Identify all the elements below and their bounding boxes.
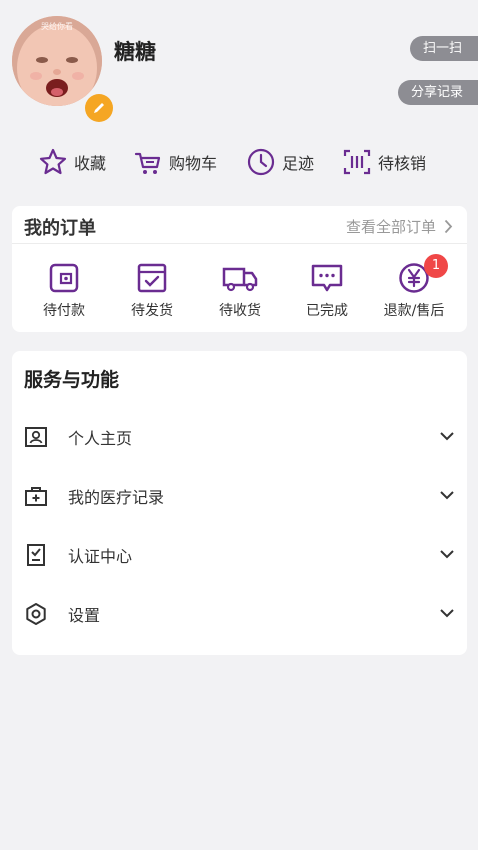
quick-link-history[interactable]: 足迹 xyxy=(246,142,314,182)
message-dots-icon xyxy=(311,264,343,292)
orders-title: 我的订单 xyxy=(24,218,96,239)
cart-icon xyxy=(134,152,161,174)
orders-card: 我的订单 查看全部订单 待付款 待发货 待收货 已完成 1 退款/售后 xyxy=(12,206,467,332)
clock-icon xyxy=(247,148,275,176)
truck-icon xyxy=(222,267,258,292)
order-label: 待收货 xyxy=(219,303,261,319)
medical-kit-icon xyxy=(25,487,47,506)
pencil-icon xyxy=(94,103,104,113)
quick-links: 收藏 购物车 足迹 待核销 xyxy=(0,142,478,182)
gear-icon xyxy=(26,603,46,625)
quick-link-label: 购物车 xyxy=(169,154,218,173)
username: 糖糖 xyxy=(114,40,156,64)
chevron-down-icon xyxy=(440,550,454,559)
view-all-orders-label: 查看全部订单 xyxy=(345,218,436,236)
service-label: 个人主页 xyxy=(68,429,133,448)
refund-badge: 1 xyxy=(424,254,448,278)
service-item-profile[interactable]: 个人主页 xyxy=(12,417,467,457)
star-icon xyxy=(39,148,67,175)
share-records-button[interactable]: 分享记录 xyxy=(398,80,478,105)
quick-link-cart[interactable]: 购物车 xyxy=(133,142,217,182)
service-item-settings[interactable]: 设置 xyxy=(12,594,467,634)
order-completed[interactable]: 已完成 xyxy=(287,260,367,320)
order-pending-receipt[interactable]: 待收货 xyxy=(200,260,280,320)
order-refund[interactable]: 1 退款/售后 xyxy=(374,254,454,320)
package-check-icon xyxy=(137,263,167,293)
quick-link-label: 收藏 xyxy=(74,154,107,173)
service-label: 认证中心 xyxy=(68,547,133,566)
order-pending-shipment[interactable]: 待发货 xyxy=(112,260,192,320)
quick-link-label: 足迹 xyxy=(282,154,315,173)
chevron-down-icon xyxy=(440,609,454,618)
quick-link-label: 待核销 xyxy=(378,154,427,173)
order-label: 待付款 xyxy=(43,303,85,319)
wallet-icon xyxy=(49,263,79,293)
chevron-right-icon xyxy=(444,219,453,234)
barcode-icon xyxy=(343,149,371,175)
avatar[interactable]: 哭给你看 xyxy=(12,16,113,122)
order-pending-payment[interactable]: 待付款 xyxy=(24,260,104,320)
scan-button[interactable]: 扫一扫 xyxy=(410,36,478,61)
chevron-down-icon xyxy=(440,432,454,441)
service-label: 我的医疗记录 xyxy=(68,488,165,507)
orders-header: 我的订单 查看全部订单 xyxy=(12,206,467,244)
order-label: 待发货 xyxy=(131,303,173,319)
order-label: 退款/售后 xyxy=(383,303,445,319)
service-label: 设置 xyxy=(68,606,101,625)
chevron-down-icon xyxy=(440,491,454,500)
avatar-caption: 哭给你看 xyxy=(41,22,73,31)
service-item-medical-records[interactable]: 我的医疗记录 xyxy=(12,476,467,516)
services-title: 服务与功能 xyxy=(24,369,120,391)
checklist-icon xyxy=(27,544,45,566)
service-item-certification[interactable]: 认证中心 xyxy=(12,535,467,575)
quick-link-favorites[interactable]: 收藏 xyxy=(38,142,106,182)
profile-card-icon xyxy=(25,427,47,447)
services-card: 服务与功能 个人主页 我的医疗记录 认证中心 设置 xyxy=(12,351,467,655)
quick-link-pending-verify[interactable]: 待核销 xyxy=(342,142,426,182)
order-label: 已完成 xyxy=(306,303,348,319)
view-all-orders-link[interactable]: 查看全部订单 xyxy=(346,216,453,237)
edit-avatar-button[interactable] xyxy=(85,94,113,122)
